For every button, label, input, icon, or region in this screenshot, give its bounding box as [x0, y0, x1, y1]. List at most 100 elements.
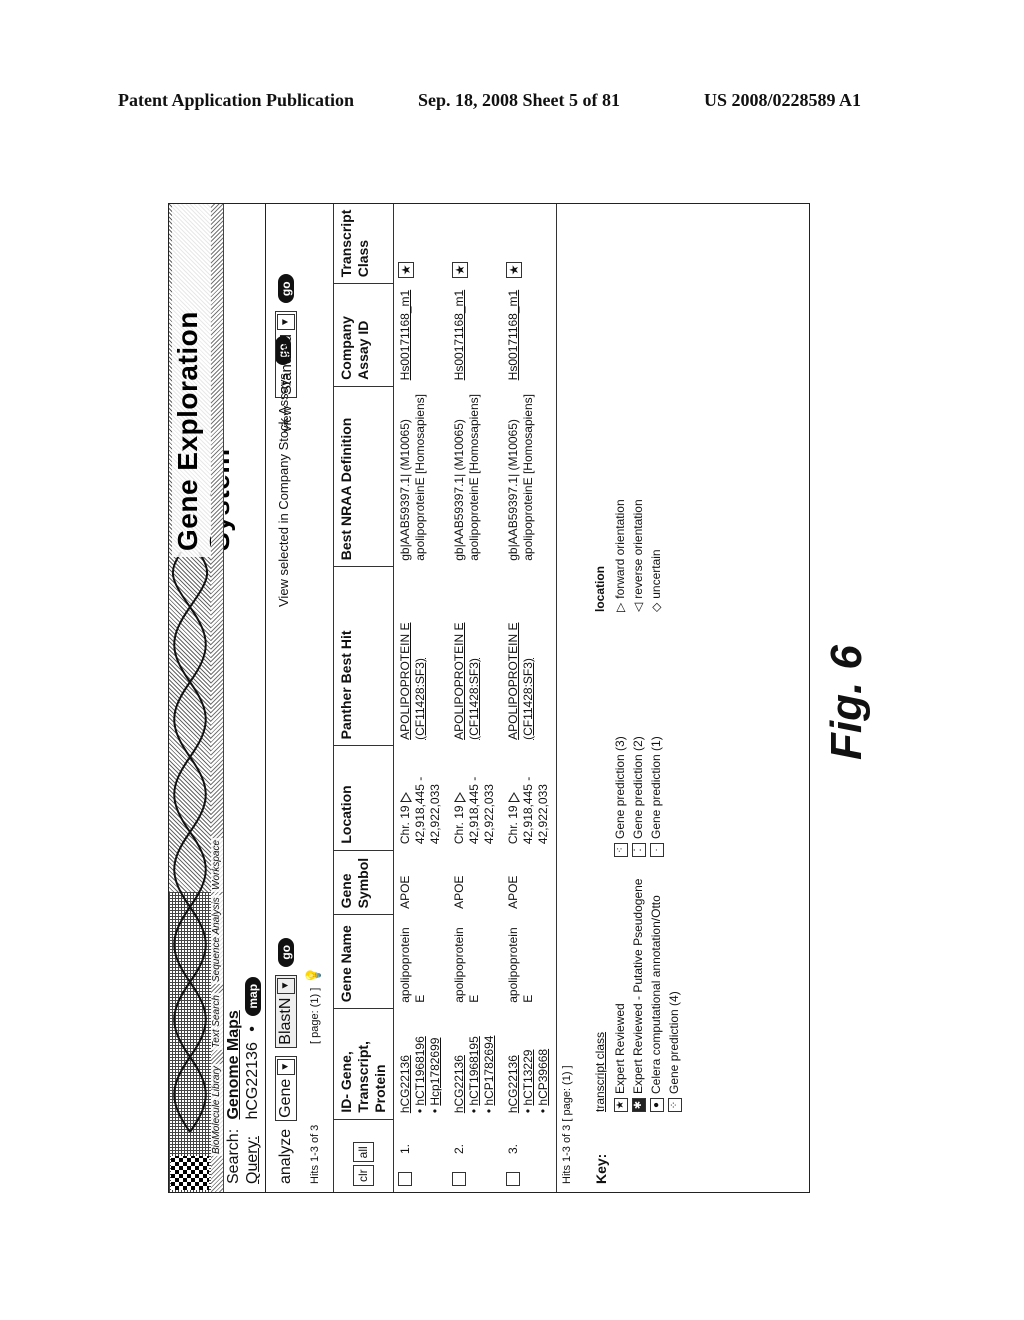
clear-button[interactable]: clr	[353, 1165, 374, 1186]
pseudogene-icon: ✱	[631, 1098, 646, 1112]
legend-label: Gene prediction (2)	[631, 736, 645, 839]
app-window: Gene Exploration System BioMolecule Libr…	[168, 203, 810, 1193]
expert-reviewed-icon: ★	[452, 261, 468, 278]
analyze-go-button[interactable]: go	[278, 937, 294, 967]
type-select-value: Gene	[277, 1078, 294, 1118]
panther-cell: APOLIPOPROTEIN E (CF11428:SF3)	[448, 567, 502, 746]
table-row: 2. hCG22136 • hCT1968195 • hCP1782694 ap…	[448, 203, 502, 1192]
legend-item: · Gene prediction (1)	[647, 736, 665, 857]
header-gene-symbol: Gene Symbol	[333, 850, 394, 915]
row-number: 2.	[452, 1143, 466, 1154]
panther-hit-link[interactable]: APOLIPOPROTEIN E	[398, 623, 412, 740]
panther-id-link[interactable]: (CF11428:SF3)	[467, 658, 481, 740]
expert-reviewed-icon: ★	[398, 261, 414, 278]
panther-hit-link[interactable]: APOLIPOPROTEIN E	[506, 623, 520, 740]
panther-id-link[interactable]: (CF11428:SF3)	[413, 658, 427, 740]
method-select[interactable]: BlastN ▼	[275, 974, 297, 1048]
nav-workspace[interactable]: Workspace	[211, 837, 223, 892]
row-number: 1.	[398, 1143, 412, 1154]
row-select-cell: 2.	[448, 1119, 502, 1192]
protein-id-link[interactable]: Hcp1782699	[428, 1038, 442, 1106]
view-row: view Standard ▼ go	[275, 274, 297, 432]
hits-count-bottom: Hits 1-3 of 3 [ page: (1) ]	[561, 1065, 573, 1184]
legend-item: ★ Expert Reviewed	[611, 879, 629, 1112]
gene-id-link[interactable]: hCG22136	[506, 1055, 520, 1113]
publication-number: US 2008/0228589 A1	[704, 90, 862, 110]
gene-name-cell: apolipoprotein E	[398, 927, 427, 1003]
chevron-down-icon: ▼	[277, 1058, 295, 1075]
legend-label: reverse orientation	[631, 499, 645, 599]
position-range: 42,918,445 - 42,922,033	[413, 776, 442, 845]
view-select[interactable]: Standard ▼	[275, 311, 297, 398]
select-all-button[interactable]: all	[353, 1142, 374, 1163]
header-panther: Panther Best Hit	[333, 566, 394, 746]
nav-text-search[interactable]: Text Search	[211, 993, 223, 1050]
legend-item: ⁖ Gene prediction (3)	[611, 736, 629, 857]
legend-item: ◁ reverse orientation	[629, 499, 647, 612]
search-label: Search:	[225, 1128, 242, 1184]
reverse-orientation-icon: ◁	[631, 602, 645, 612]
id-cell: hCG22136 • hCT13229 • hCP39668	[502, 1008, 557, 1120]
page-indicator-top[interactable]: [ page: (1) ]	[309, 988, 321, 1044]
legend-item: ◇ uncertain	[647, 499, 665, 612]
lightbulb-icon[interactable]: 💡	[305, 967, 322, 984]
header-location: Location	[333, 745, 394, 851]
app-title: Gene Exploration System	[172, 204, 236, 557]
search-value-link[interactable]: Genome Maps	[225, 1010, 242, 1119]
assay-id-link[interactable]: Hs00171168_m1	[398, 290, 412, 381]
panther-hit-link[interactable]: APOLIPOPROTEIN E	[452, 623, 466, 740]
gene-prediction-4-icon: ⁘	[667, 1098, 682, 1112]
assay-id-link[interactable]: Hs00171168_m1	[452, 290, 466, 381]
row-checkbox[interactable]	[452, 1172, 466, 1186]
celera-annotation-icon: ●	[649, 1098, 664, 1112]
gene-id-link[interactable]: hCG22136	[398, 1055, 412, 1113]
logo-icon	[171, 1156, 209, 1190]
uncertain-orientation-icon: ◇	[649, 602, 663, 612]
legend-label: uncertain	[649, 549, 663, 599]
row-checkbox[interactable]	[506, 1172, 520, 1186]
id-cell: hCG22136 • hCT1968195 • hCP1782694	[452, 1035, 496, 1114]
assay-cell: Hs00171168_m1	[448, 284, 502, 387]
gene-symbol-cell: APOE	[452, 875, 466, 909]
forward-orientation-icon: ▷	[613, 602, 627, 612]
legend-item: ✱ Expert Reviewed - Putative Pseudogene	[629, 879, 647, 1112]
publication-type: Patent Application Publication	[118, 90, 355, 110]
gene-id-link[interactable]: hCG22136	[452, 1055, 466, 1113]
nraa-cell: gb|AAB59397.1| (M10065) apolipoproteinE …	[502, 386, 557, 567]
view-go-button[interactable]: go	[278, 274, 294, 304]
nraa-accession: gb|AAB59397.1| (M10065)	[506, 419, 520, 561]
chromosome: Chr. 19	[506, 805, 520, 845]
method-select-value: BlastN	[277, 997, 294, 1045]
nraa-definition: apolipoproteinE [Homosapiens]	[413, 394, 427, 561]
transcript-id-link[interactable]: hCT1968196	[413, 1036, 427, 1105]
legend-label: Gene prediction (1)	[649, 736, 663, 839]
panther-id-link[interactable]: (CF11428:SF3)	[521, 658, 535, 740]
assay-id-link[interactable]: Hs00171168_m1	[506, 290, 520, 381]
query-row: Query: hCG22136 • map	[244, 976, 262, 1184]
gene-symbol-cell: APOE	[398, 875, 412, 909]
legend-label: forward orientation	[613, 499, 627, 599]
type-select[interactable]: Gene ▼	[275, 1055, 297, 1121]
map-button[interactable]: map	[244, 976, 261, 1016]
table-header-row: clrall ID- Gene, Transcript, Protein Gen…	[333, 203, 394, 1192]
transcript-id-link[interactable]: hCT1968195	[467, 1036, 481, 1105]
position-range: 42,918,445 - 42,922,033	[521, 776, 550, 845]
expert-reviewed-icon: ★	[613, 1098, 628, 1112]
query-label: Query:	[244, 1135, 261, 1184]
transcript-id-link[interactable]: hCT13229	[521, 1050, 535, 1106]
hits-count-top: Hits 1-3 of 3	[309, 1124, 321, 1184]
protein-id-link[interactable]: hCP39668	[536, 1049, 550, 1106]
row-number: 3.	[506, 1143, 520, 1154]
key-label: Key:	[593, 1153, 609, 1184]
row-checkbox[interactable]	[398, 1172, 412, 1186]
legend-item: ● Celera computational annotation/Otto	[647, 879, 665, 1112]
protein-id-link[interactable]: hCP1782694	[482, 1036, 496, 1106]
view-label: view	[278, 405, 294, 432]
legend-label: Gene prediction (3)	[613, 736, 627, 839]
header-nraa: Best NRAA Definition	[333, 386, 394, 567]
forward-orientation-icon	[453, 792, 466, 803]
nav-sequence-analysis[interactable]: Sequence Analysis	[211, 895, 223, 984]
nraa-cell: gb|AAB59397.1| (M10065) apolipoproteinE …	[448, 386, 502, 566]
nav-biomolecule-library[interactable]: BioMolecule Library	[211, 1064, 223, 1156]
legend-label: Gene prediction (4)	[667, 991, 681, 1094]
